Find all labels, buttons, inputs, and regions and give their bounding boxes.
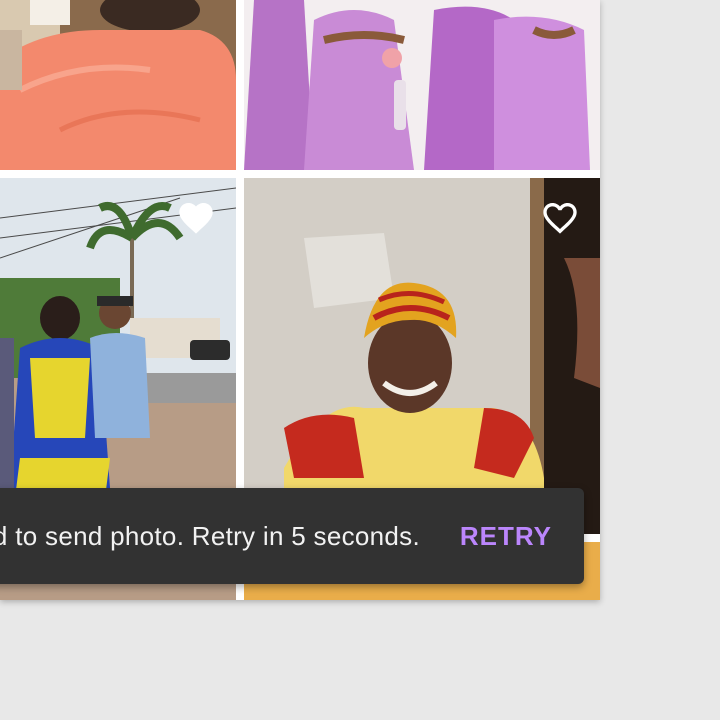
snackbar: Failed to send photo. Retry in 5 seconds…	[0, 488, 584, 584]
photo-tile-bridesmaids[interactable]	[244, 0, 600, 170]
favorite-button[interactable]	[176, 198, 216, 238]
photo-tile-coral-dress[interactable]	[0, 0, 236, 170]
heart-outline-icon	[543, 203, 577, 234]
heart-filled-icon	[179, 203, 213, 234]
retry-button[interactable]: RETRY	[460, 488, 552, 584]
photo-tile-yellow-headwrap[interactable]	[244, 178, 600, 534]
snackbar-message: Failed to send photo. Retry in 5 seconds…	[0, 520, 420, 551]
app-screen: Failed to send photo. Retry in 5 seconds…	[0, 0, 600, 600]
favorite-button[interactable]	[540, 198, 580, 238]
